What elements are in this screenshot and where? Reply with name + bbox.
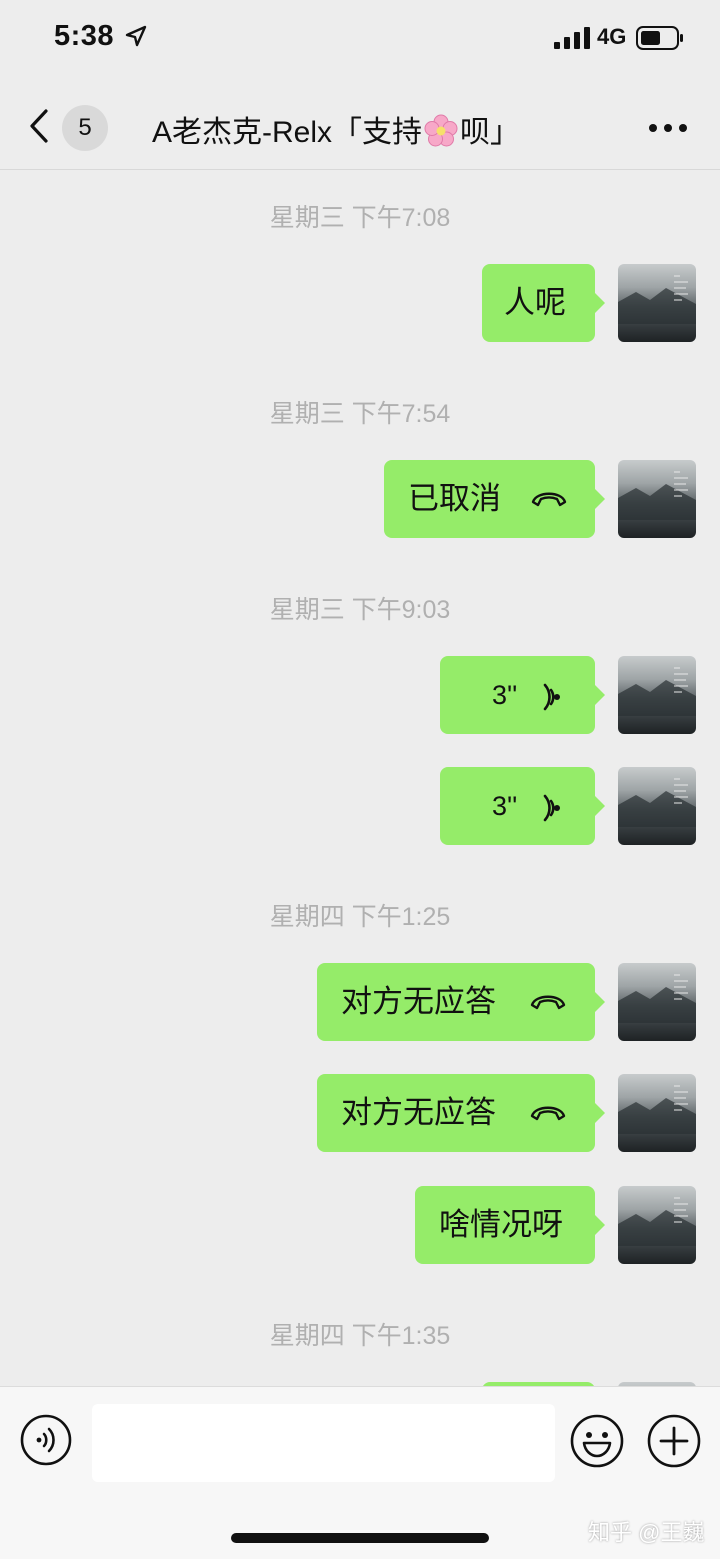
- message-timestamp: 星期三 下午7:08: [269, 204, 451, 232]
- message-text: 对方无应答: [341, 984, 496, 1019]
- voice-message-bubble[interactable]: 3'': [440, 767, 605, 845]
- message-row: 已取消: [0, 460, 720, 538]
- phone-icon: [530, 1106, 566, 1121]
- message-text: 人呢: [504, 285, 566, 320]
- cherry-blossom-emoji-icon: [424, 114, 458, 147]
- message-row: 对方无应答: [0, 1074, 720, 1152]
- message-text: 啥情况呀: [439, 1207, 563, 1242]
- emoji-icon[interactable]: [570, 1414, 624, 1468]
- watermark: 知乎 @王巍: [588, 1520, 705, 1545]
- message-timestamp: 星期四 下午1:35: [269, 1322, 451, 1350]
- voice-wave-icon: [543, 794, 560, 822]
- message-timestamp: 星期三 下午9:03: [269, 596, 451, 624]
- message-row: 3'': [0, 656, 720, 734]
- plus-icon[interactable]: [647, 1414, 701, 1468]
- more-options-icon[interactable]: [648, 123, 688, 133]
- message-row: 人呢: [0, 264, 720, 342]
- phone-icon: [530, 995, 566, 1010]
- network-type: 4G: [597, 24, 627, 49]
- message-timestamp: 星期四 下午1:25: [269, 903, 451, 931]
- call-no-answer-bubble[interactable]: 对方无应答: [317, 1074, 605, 1152]
- chat-header: 5 A老杰克-Relx「支持 呗」: [0, 80, 720, 170]
- battery-icon: [636, 26, 683, 50]
- chat-title: A老杰克-Relx「支持 呗」: [152, 114, 521, 149]
- unread-count-badge[interactable]: 5: [62, 105, 108, 151]
- text-message-bubble[interactable]: 人呢: [482, 264, 605, 342]
- cell-signal-icon: [554, 27, 590, 49]
- avatar[interactable]: [618, 264, 696, 342]
- call-cancelled-bubble[interactable]: 已取消: [384, 460, 605, 538]
- status-bar: 5:38 4G: [0, 0, 720, 80]
- location-arrow-icon: [125, 25, 147, 47]
- voice-input-icon[interactable]: [20, 1414, 72, 1466]
- message-input[interactable]: [92, 1404, 555, 1482]
- input-bar: 知乎 @王巍: [0, 1386, 720, 1559]
- avatar[interactable]: [618, 963, 696, 1041]
- avatar[interactable]: [618, 460, 696, 538]
- avatar[interactable]: [618, 656, 696, 734]
- avatar[interactable]: [618, 1186, 696, 1264]
- voice-duration: 3'': [492, 680, 518, 710]
- voice-duration: 3'': [492, 791, 518, 821]
- back-chevron-icon[interactable]: [26, 108, 52, 144]
- avatar[interactable]: [618, 767, 696, 845]
- message-timestamp: 星期三 下午7:54: [269, 400, 451, 428]
- message-text: 已取消: [408, 481, 501, 516]
- message-row: 3'': [0, 767, 720, 845]
- text-message-bubble[interactable]: 啥情况呀: [415, 1186, 605, 1264]
- message-list[interactable]: 星期三 下午7:08 人呢 星期三 下午7:54 已取消 星期三 下午9:03 …: [0, 170, 720, 1386]
- call-no-answer-bubble[interactable]: 对方无应答: [317, 963, 605, 1041]
- voice-wave-icon: [543, 683, 560, 711]
- voice-message-bubble[interactable]: 3'': [440, 656, 605, 734]
- phone-icon: [531, 492, 567, 507]
- home-indicator[interactable]: [231, 1533, 489, 1543]
- message-row: 啥情况呀: [0, 1186, 720, 1264]
- status-time: 5:38: [54, 20, 115, 52]
- message-text: 对方无应答: [341, 1095, 496, 1130]
- avatar[interactable]: [618, 1074, 696, 1152]
- message-row: 对方无应答: [0, 963, 720, 1041]
